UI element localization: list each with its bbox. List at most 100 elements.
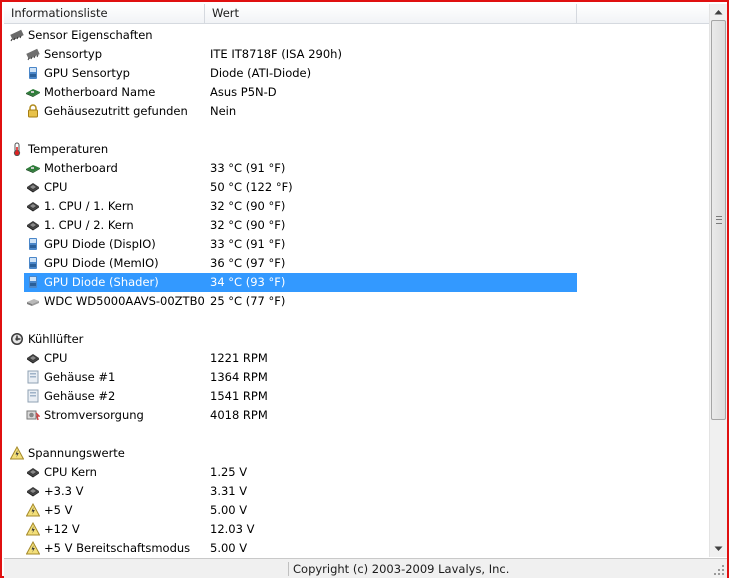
item-value: 5.00 V xyxy=(210,503,248,517)
cpu-icon xyxy=(26,199,40,213)
list-item[interactable]: 1. CPU / 1. Kern 32 °C (90 °F) xyxy=(4,197,709,216)
group-row[interactable]: Spannungswerte xyxy=(4,444,709,463)
case-icon xyxy=(26,370,40,384)
gpu-icon xyxy=(26,237,40,251)
item-value: 34 °C (93 °F) xyxy=(210,275,286,289)
item-label: Gehäusezutritt gefunden xyxy=(44,104,188,118)
item-value: 33 °C (91 °F) xyxy=(210,161,286,175)
item-label: 1. CPU / 2. Kern xyxy=(44,218,134,232)
cpu-icon xyxy=(26,465,40,479)
gpu-icon xyxy=(26,66,40,80)
spacer-row xyxy=(4,311,709,330)
scroll-down-arrow-icon[interactable] xyxy=(710,541,727,557)
item-label: CPU xyxy=(44,351,68,365)
item-value: 1.25 V xyxy=(210,465,248,479)
cpu-icon xyxy=(26,351,40,365)
list-item[interactable]: Gehäusezutritt gefunden Nein xyxy=(4,102,709,121)
item-label: +3.3 V xyxy=(44,484,84,498)
scroll-thumb[interactable] xyxy=(711,20,726,420)
item-label: Gehäuse #1 xyxy=(44,370,116,384)
copyright-text: Copyright (c) 2003-2009 Lavalys, Inc. xyxy=(293,562,510,576)
item-label: Gehäuse #2 xyxy=(44,389,116,403)
list-item[interactable]: +5 V Bereitschaftsmodus 5.00 V xyxy=(4,539,709,557)
volt-icon xyxy=(25,502,41,517)
column-header-wert[interactable]: Wert xyxy=(205,4,577,24)
column-header-informationsliste[interactable]: Informationsliste xyxy=(4,4,205,24)
status-separator xyxy=(288,562,289,576)
list-item[interactable]: WDC WD5000AAVS-00ZTB0 25 °C (77 °F) xyxy=(4,292,709,311)
item-value: 1364 RPM xyxy=(210,370,268,384)
group-row[interactable]: Temperaturen xyxy=(4,140,709,159)
item-value: Asus P5N-D xyxy=(210,85,277,99)
group-row[interactable]: Sensor Eigenschaften xyxy=(4,26,709,45)
item-label: GPU Diode (MemIO) xyxy=(44,256,159,270)
vertical-scrollbar[interactable] xyxy=(709,4,727,557)
group-label: Sensor Eigenschaften xyxy=(28,28,153,42)
group-label: Spannungswerte xyxy=(28,446,125,460)
list-item[interactable]: GPU Diode (MemIO) 36 °C (97 °F) xyxy=(4,254,709,273)
gpu-icon xyxy=(26,256,40,270)
item-value: 25 °C (77 °F) xyxy=(210,294,286,308)
hdd-icon xyxy=(26,294,40,308)
item-value: 32 °C (90 °F) xyxy=(210,199,286,213)
status-bar: Copyright (c) 2003-2009 Lavalys, Inc. xyxy=(4,558,727,578)
sensor-icon xyxy=(10,28,24,42)
item-label: CPU xyxy=(44,180,68,194)
resize-grip-icon[interactable] xyxy=(713,564,725,576)
item-value: 5.00 V xyxy=(210,541,248,555)
item-label: +12 V xyxy=(44,522,80,536)
volt-icon xyxy=(25,540,41,555)
list-item[interactable]: +5 V 5.00 V xyxy=(4,501,709,520)
list-item[interactable]: GPU Diode (DispIO) 33 °C (91 °F) xyxy=(4,235,709,254)
volt-icon xyxy=(9,445,25,460)
scroll-up-arrow-icon[interactable] xyxy=(710,4,727,20)
grip-icon xyxy=(716,216,722,224)
volt-icon xyxy=(25,521,41,536)
list-item[interactable]: CPU 50 °C (122 °F) xyxy=(4,178,709,197)
item-value: 1221 RPM xyxy=(210,351,268,365)
group-row[interactable]: Kühllüfter xyxy=(4,330,709,349)
board-icon xyxy=(26,161,40,175)
item-value: 4018 RPM xyxy=(210,408,268,422)
item-label: WDC WD5000AAVS-00ZTB0 xyxy=(44,294,205,308)
case-icon xyxy=(26,389,40,403)
psu-icon xyxy=(26,408,41,422)
list-item[interactable]: Gehäuse #2 1541 RPM xyxy=(4,387,709,406)
board-icon xyxy=(26,85,40,99)
item-label: Stromversorgung xyxy=(44,408,144,422)
item-label: +5 V Bereitschaftsmodus xyxy=(44,541,191,555)
item-value: 36 °C (97 °F) xyxy=(210,256,286,270)
cpu-icon xyxy=(26,180,40,194)
thermo-icon xyxy=(10,142,24,157)
gpu-icon xyxy=(26,275,40,289)
list-item[interactable]: +3.3 V 3.31 V xyxy=(4,482,709,501)
list-item[interactable]: Sensortyp ITE IT8718F (ISA 290h) xyxy=(4,45,709,64)
list-item[interactable]: GPU Diode (Shader) 34 °C (93 °F) xyxy=(4,273,709,292)
list-item[interactable]: 1. CPU / 2. Kern 32 °C (90 °F) xyxy=(4,216,709,235)
item-value: ITE IT8718F (ISA 290h) xyxy=(210,47,342,61)
fan-icon xyxy=(10,332,24,346)
item-label: Sensortyp xyxy=(44,47,103,61)
list-header: Informationsliste Wert xyxy=(4,4,709,24)
item-value: Diode (ATI-Diode) xyxy=(210,66,312,80)
item-label: GPU Diode (Shader) xyxy=(44,275,159,289)
item-value: 12.03 V xyxy=(210,522,255,536)
list-item[interactable]: Gehäuse #1 1364 RPM xyxy=(4,368,709,387)
lock-icon xyxy=(26,104,40,118)
list-item[interactable]: +12 V 12.03 V xyxy=(4,520,709,539)
spacer-row xyxy=(4,121,709,140)
list-item[interactable]: Stromversorgung 4018 RPM xyxy=(4,406,709,425)
item-label: CPU Kern xyxy=(44,465,97,479)
item-label: 1. CPU / 1. Kern xyxy=(44,199,134,213)
sensor-list[interactable]: Sensor Eigenschaften Sensortyp ITE IT8718F… xyxy=(4,25,709,557)
chip-icon xyxy=(26,47,40,61)
list-item[interactable]: Motherboard 33 °C (91 °F) xyxy=(4,159,709,178)
list-item[interactable]: GPU Sensortyp Diode (ATI-Diode) xyxy=(4,64,709,83)
list-item[interactable]: CPU 1221 RPM xyxy=(4,349,709,368)
group-label: Kühllüfter xyxy=(28,332,84,346)
item-value: Nein xyxy=(210,104,237,118)
item-label: Motherboard Name xyxy=(44,85,156,99)
item-value: 33 °C (91 °F) xyxy=(210,237,286,251)
list-item[interactable]: Motherboard Name Asus P5N-D xyxy=(4,83,709,102)
list-item[interactable]: CPU Kern 1.25 V xyxy=(4,463,709,482)
